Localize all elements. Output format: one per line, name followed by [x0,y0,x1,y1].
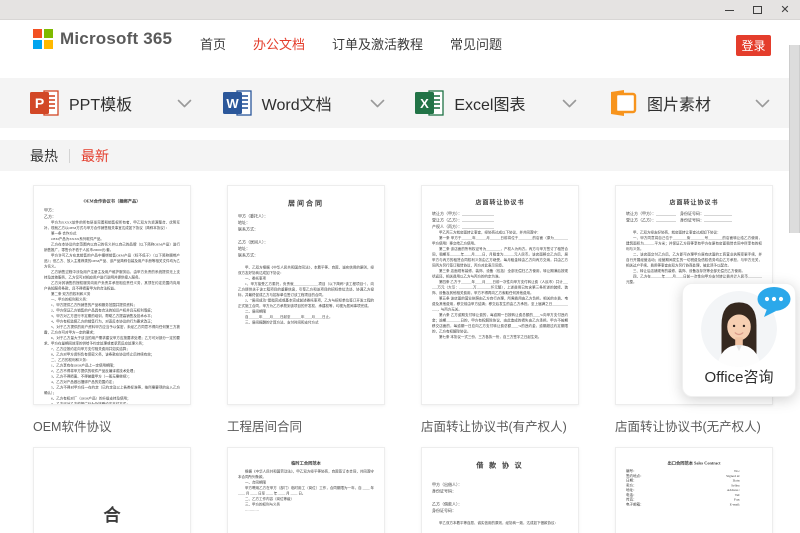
nav-item-home[interactable]: 首页 [200,34,226,53]
nav-item-faq[interactable]: 常见问题 [450,34,502,53]
word-icon: W [223,89,253,117]
document-paragraph: 一、甲方同意将自己位于________街________号________的店面… [626,236,762,253]
document-paragraph: 第五条 该店面的营业执照由乙方自行办理，所需费用由乙方负担。相关的水费、电费及其… [432,296,568,313]
maximize-icon[interactable] [750,3,764,17]
login-button[interactable]: 登录 [736,35,771,56]
document-thumbnail[interactable]: 居间合同甲方（委托人）：地址：联系方式：乙方（居间人）：地址：联系方式：甲、乙双… [227,185,385,405]
document-page-title: 临时工合同范本 [238,460,374,466]
document-thumbnail[interactable]: OEM合作协议书（捆绑产品）甲方：乙方：甲方为XXXX软件的所有研发完善和销售权… [33,185,191,405]
brand-logo[interactable]: Microsoft 365 [33,29,172,49]
document-paragraph: 5、乙方不得对甲方任一在约定（已约定及以上各类标准等，按所需要项的出入乙方确认）… [44,385,180,396]
document-paragraph: 第六条 乙方逾期支付转让费的，每逾期一日按转让费总额的____%向甲方支付违约金… [432,313,568,335]
chevron-down-icon [177,99,192,108]
document-paragraph: 2、“居间成功”是指完成或基本完成前述委托事项，乙方与招标单位签订开发工程的正式… [238,298,374,309]
window-titlebar: ✕ [0,0,800,20]
document-paragraph: 二、该店面交付乙方后，乙方即可办理甲方原有店面的工商营业执照变更手续，并自行开展… [626,252,762,269]
svg-text:X: X [420,96,429,111]
document-title-label[interactable]: OEM软件协议 [33,416,227,435]
category-word[interactable]: W Word文档 [223,89,385,117]
document-thumbnail[interactable]: 出口合同范本 Sales Contract编号：No.:签约地点：Signed … [615,447,773,533]
document-page-title: 借 款 协 议 [432,460,568,470]
document-paragraph: 乙方销售过程中涉及用户注册主及用户维护服务后，由甲方负责的系统提供无上支持及其他… [44,270,180,281]
filter-new[interactable]: 最新 [81,146,109,166]
chat-bubble-icon [756,286,792,318]
document-paragraph: 5、对于乙方提供的用户资料甲方应当予以保密，未经乙方同意不得向任何第三方披露，乙… [44,325,180,336]
document-paragraph: 第三条 店面现有装修、装饰、设备（包括）全部无偿归乙方使用，转让期满后按现状返还… [432,269,568,280]
document-cell: OEM合作协议书（捆绑产品）甲方：乙方：甲方为XXXX软件的所有研发完善和销售权… [33,185,227,435]
category-excel[interactable]: X Excel图表 [415,89,577,117]
scrollbar-track[interactable] [789,20,800,533]
document-page-title: 出口合同范本 Sales Contract [626,460,762,466]
svg-text:W: W [226,96,239,111]
document-thumbnail[interactable]: 借 款 协 议甲方（出借人）：身份证号码：乙方（借款人）：身份证号码：甲乙双方本… [421,447,579,533]
document-pair-line: 电子邮箱：E-mail: [626,502,762,507]
document-paragraph: 第七条 本协议一式三份，三方各执一份，自三方签字之日起生效。 [432,335,568,341]
document-title-label[interactable]: 店面转让协议书(有产权人) [421,416,615,435]
minimize-icon[interactable] [722,3,736,17]
document-cell: 合伙经营协议 [33,447,227,533]
chat-label: Office咨询 [683,366,795,387]
close-icon[interactable]: ✕ [778,3,792,17]
powerpoint-icon: P [30,89,60,117]
document-page-title: 店面转让协议书 [432,198,568,207]
document-paragraph: 7、乙方可对乙方的推广行为及接受约定支付方式； [44,402,180,406]
svg-text:P: P [35,95,44,111]
sort-filter-bar: 最热 最新 [0,140,800,171]
document-thumbnail[interactable]: 店面转让协议书转让方（甲方）：________________受让方（乙方）：_… [421,185,579,405]
document-title-label[interactable]: 工程居间合同 [227,416,421,435]
document-paragraph: 甲乙双方本着平等自愿、诚实信用的原则，经协商一致，达成如下借款协议： [432,521,568,527]
category-bar: P PPT模板 W Word文档 [0,78,800,128]
chevron-down-icon [562,99,577,108]
category-images[interactable]: 图片素材 [608,89,770,117]
document-paragraph: 第四条 乙方于______年____月____日前一次性向甲方支付转让费（人民币… [432,280,568,297]
document-page-title: 店面转让协议书 [626,198,762,207]
document-paragraph: ………… [238,508,374,514]
document-paragraph: 甲方为XXXX软件的所有研发完善和销售权所有者，甲乙双方为资源整合、优势互补，现… [44,220,180,231]
document-paragraph: 第一条 甲方于______年______月______日前将位于________… [432,236,568,247]
filter-divider [69,149,70,163]
chat-widget[interactable]: Office咨询 [682,283,796,397]
document-paragraph: 三、居间报酬的计算方法、支付时间和支付方式 [238,320,374,326]
document-paragraph: 甲、乙双方根据《中华人民共和国合同法》，本着平等、自愿、诚实信用的原则，经双方友… [238,265,374,276]
microsoft-logo-icon [33,29,53,49]
window-controls: ✕ [722,0,792,20]
document-paragraph: 甲方许可乙方在其销售的产品中捆绑销售OEM产品（标不低于）（以下简称捆绑产品）；… [44,253,180,270]
scrollbar-thumb[interactable] [789,45,800,233]
document-paragraph: 6、对于乙方量大于该当的用户需求建议甲方应按要求处理；乙方可对部分一定的要求、甲… [44,336,180,347]
vertical-title-text: 合伙经营协议 [44,502,180,533]
chevron-down-icon [755,99,770,108]
document-thumbnail[interactable]: 临时工合同范本根据《中华人民共和国劳动法》，甲乙双方经平等协商，自愿签订本合同，… [227,447,385,533]
document-thumbnail[interactable]: 合伙经营协议 [33,447,191,533]
document-cell: 店面转让协议书转让方（甲方）：________________受让方（乙方）：_… [421,185,615,435]
filter-hot[interactable]: 最热 [30,146,58,166]
document-page-title: 居间合同 [238,198,374,208]
chevron-down-icon [370,99,385,108]
excel-icon: X [415,89,445,117]
image-icon [608,89,638,117]
document-cell: 居间合同甲方（委托人）：地址：联系方式：乙方（居间人）：地址：联系方式：甲、乙双… [227,185,421,435]
category-label: Word文档 [262,91,366,115]
document-paragraph: 第二条 该店面的所有权证号为________，产权人为丙方。丙方与甲方签订了租赁… [432,247,568,269]
document-page-title: OEM合作协议书（捆绑产品） [44,198,180,204]
document-paragraph: 乙方对其销售的授权服务向用户负责并承担相应责任义务，其须在约定范围内向用户告知服… [44,281,180,292]
document-cell: 借 款 协 议甲方（出借人）：身份证号码：乙方（借款人）：身份证号码：甲乙双方本… [421,447,615,533]
category-ppt[interactable]: P PPT模板 [30,89,192,117]
document-cell: 出口合同范本 Sales Contract编号：No.:签约地点：Signed … [615,447,800,533]
document-paragraph: 甲方聘用乙方在甲方（部门）临时用工（岗位）工作，合同期限为一年，自 ____ 年… [238,486,374,497]
site-header: Microsoft 365 首页 办公文档 订单及激活教程 常见问题 登录 [0,20,800,67]
main-nav: 首页 办公文档 订单及激活教程 常见问题 [200,20,502,67]
brand-name: Microsoft 365 [60,29,172,49]
document-title-label[interactable]: 店面转让协议书(无产权人) [615,416,800,435]
category-label: Excel图表 [454,91,558,115]
category-label: PPT模板 [69,91,173,115]
document-paragraph: 根据《中华人民共和国劳动法》，甲乙双方经平等协商，自愿签订本合同，共同遵守本合同… [238,469,374,480]
nav-item-orders[interactable]: 订单及激活教程 [332,34,423,53]
document-paragraph: 乙方在本协议约定范围内以自己的名义并以自己的品牌（以下简称OEM产品）进行销售推… [44,242,180,253]
category-label: 图片素材 [647,91,751,115]
document-cell: 临时工合同范本根据《中华人民共和国劳动法》，甲乙双方经平等协商，自愿签订本合同，… [227,447,421,533]
nav-item-office-docs[interactable]: 办公文档 [253,34,305,53]
document-paragraph: 1、甲方接受乙方委托，负责就______________项目（以下简称“该工程项… [238,282,374,299]
app-window: ✕ Microsoft 365 首页 办公文档 订单及激活教程 常见问题 登录 [0,0,800,533]
